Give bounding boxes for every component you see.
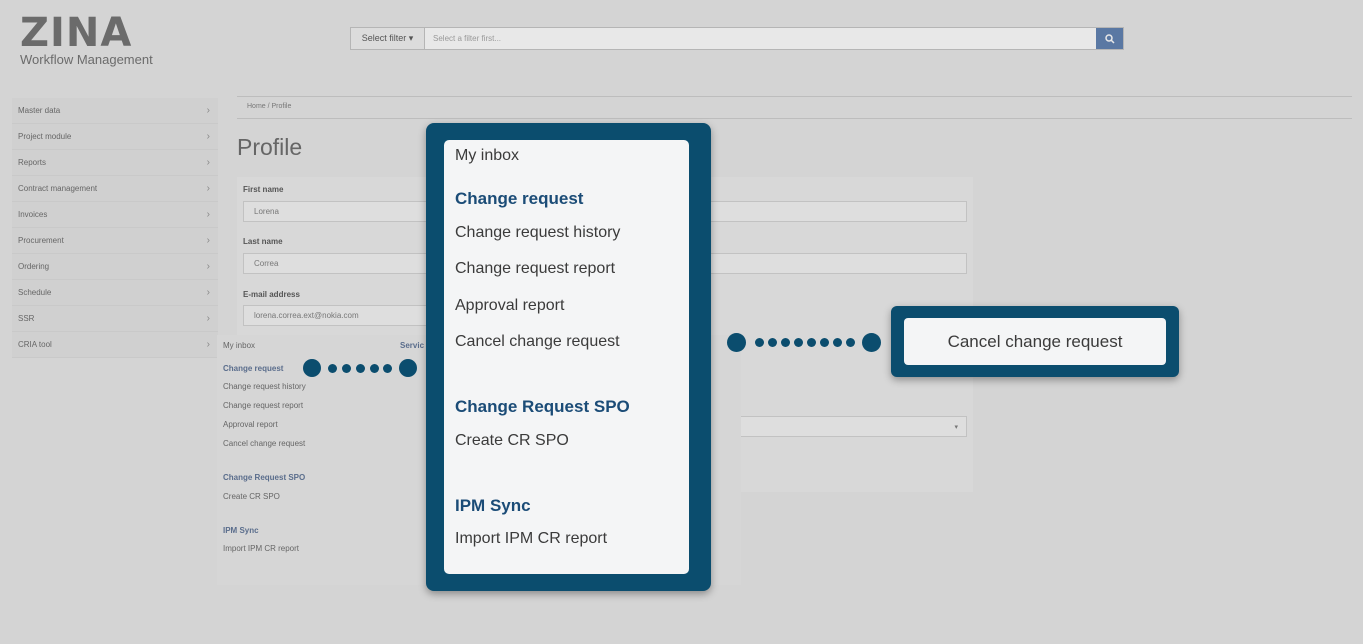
ghost-menu-head-change-request: Change request [223, 364, 284, 373]
ghost-menu-item[interactable]: Create CR SPO [223, 492, 280, 501]
ghost-menu-item[interactable]: Import IPM CR report [223, 544, 299, 553]
filter-dropdown[interactable]: Select filter ▾ [351, 28, 425, 49]
select-field[interactable]: ▾ [727, 416, 967, 437]
connector-dot [755, 338, 764, 347]
sidebar-item-ssr[interactable]: SSR › [12, 306, 218, 332]
logo-mark: ZINA [20, 10, 133, 56]
breadcrumb-divider [237, 118, 1352, 119]
connector-dot [383, 364, 392, 373]
app-logo: ZINA Workflow Management [20, 10, 153, 67]
menu-item-my-inbox[interactable]: My inbox [455, 147, 519, 165]
first-name-label: First name [243, 185, 284, 194]
connector-dot [303, 359, 321, 377]
highlight-callout: Cancel change request [891, 306, 1179, 377]
chevron-right-icon: › [206, 287, 210, 298]
sidebar-item-ordering[interactable]: Ordering › [12, 254, 218, 280]
sidebar-item-master-data[interactable]: Master data › [12, 98, 218, 124]
connector-dot [862, 333, 881, 352]
zoomed-menu: My inbox Change request Change request h… [426, 123, 711, 591]
connector-dot [781, 338, 790, 347]
chevron-right-icon: › [206, 339, 210, 350]
sidebar-item-invoices[interactable]: Invoices › [12, 202, 218, 228]
chevron-right-icon: › [206, 313, 210, 324]
search-icon [1104, 33, 1115, 44]
ghost-menu-inbox[interactable]: My inbox [223, 341, 255, 350]
connector-dot [399, 359, 417, 377]
chevron-right-icon: › [206, 183, 210, 194]
cancel-change-request-button[interactable]: Cancel change request [904, 318, 1166, 365]
ghost-menu-head-ipm: IPM Sync [223, 526, 259, 535]
sidebar-item-project-module[interactable]: Project module › [12, 124, 218, 150]
sidebar-item-label: Ordering [18, 262, 50, 271]
menu-item-create-cr-spo[interactable]: Create CR SPO [455, 432, 569, 450]
sidebar-item-label: Master data [18, 106, 61, 115]
zoomed-menu-panel: My inbox Change request Change request h… [444, 140, 689, 574]
connector-dot [846, 338, 855, 347]
chevron-right-icon: › [206, 157, 210, 168]
menu-item-cancel-change-request[interactable]: Cancel change request [455, 333, 620, 351]
connector-dot [328, 364, 337, 373]
chevron-right-icon: › [206, 105, 210, 116]
menu-item-change-request-report[interactable]: Change request report [455, 260, 615, 278]
connector-dot [370, 364, 379, 373]
page-title: Profile [237, 134, 303, 160]
ghost-menu-item[interactable]: Change request report [223, 401, 303, 410]
ghost-menu-head-service: Servic [400, 341, 425, 350]
sidebar-item-label: SSR [18, 314, 35, 323]
search-input[interactable]: Select a filter first... [425, 28, 1096, 49]
last-name-label: Last name [243, 237, 283, 246]
sidebar-item-contract-management[interactable]: Contract management › [12, 176, 218, 202]
email-field[interactable]: lorena.correa.ext@nokia.com [243, 305, 431, 326]
sidebar-item-label: Schedule [18, 288, 52, 297]
sidebar-item-label: Procurement [18, 236, 64, 245]
connector-dot [342, 364, 351, 373]
menu-item-change-request-history[interactable]: Change request history [455, 224, 620, 242]
ghost-menu-head-spo: Change Request SPO [223, 473, 306, 482]
menu-heading-ipm-sync: IPM Sync [455, 496, 531, 515]
connector-dot [820, 338, 829, 347]
menu-item-approval-report[interactable]: Approval report [455, 297, 564, 315]
connector-dot [794, 338, 803, 347]
search-bar: Select filter ▾ Select a filter first... [350, 27, 1124, 50]
ghost-menu-item[interactable]: Cancel change request [223, 439, 305, 448]
sidebar-item-label: CRIA tool [18, 340, 52, 349]
sidebar-item-procurement[interactable]: Procurement › [12, 228, 218, 254]
sidebar-item-label: Invoices [18, 210, 48, 219]
sidebar-item-cria-tool[interactable]: CRIA tool › [12, 332, 218, 358]
breadcrumb[interactable]: Home / Profile [247, 103, 291, 110]
connector-dot [833, 338, 842, 347]
header-divider [237, 96, 1352, 97]
menu-heading-change-request-spo: Change Request SPO [455, 397, 630, 416]
sidebar-item-label: Contract management [18, 184, 98, 193]
logo-subtitle: Workflow Management [20, 52, 153, 67]
connector-dot [768, 338, 777, 347]
sidebar-item-reports[interactable]: Reports › [12, 150, 218, 176]
connector-dot [727, 333, 746, 352]
menu-heading-change-request: Change request [455, 189, 584, 208]
sidebar-item-label: Reports [18, 158, 47, 167]
search-button[interactable] [1096, 28, 1123, 49]
chevron-right-icon: › [206, 235, 210, 246]
email-label: E-mail address [243, 290, 300, 299]
chevron-right-icon: › [206, 209, 210, 220]
chevron-right-icon: › [206, 261, 210, 272]
menu-item-import-ipm-cr-report[interactable]: Import IPM CR report [455, 530, 607, 548]
chevron-right-icon: › [206, 131, 210, 142]
chevron-down-icon: ▾ [954, 423, 958, 431]
sidebar: Master data › Project module › Reports › Co… [12, 98, 218, 358]
sidebar-item-label: Project module [18, 132, 72, 141]
connector-dot [807, 338, 816, 347]
sidebar-item-schedule[interactable]: Schedule › [12, 280, 218, 306]
connector-dot [356, 364, 365, 373]
ghost-menu-item[interactable]: Approval report [223, 420, 278, 429]
ghost-menu-item[interactable]: Change request history [223, 382, 306, 391]
